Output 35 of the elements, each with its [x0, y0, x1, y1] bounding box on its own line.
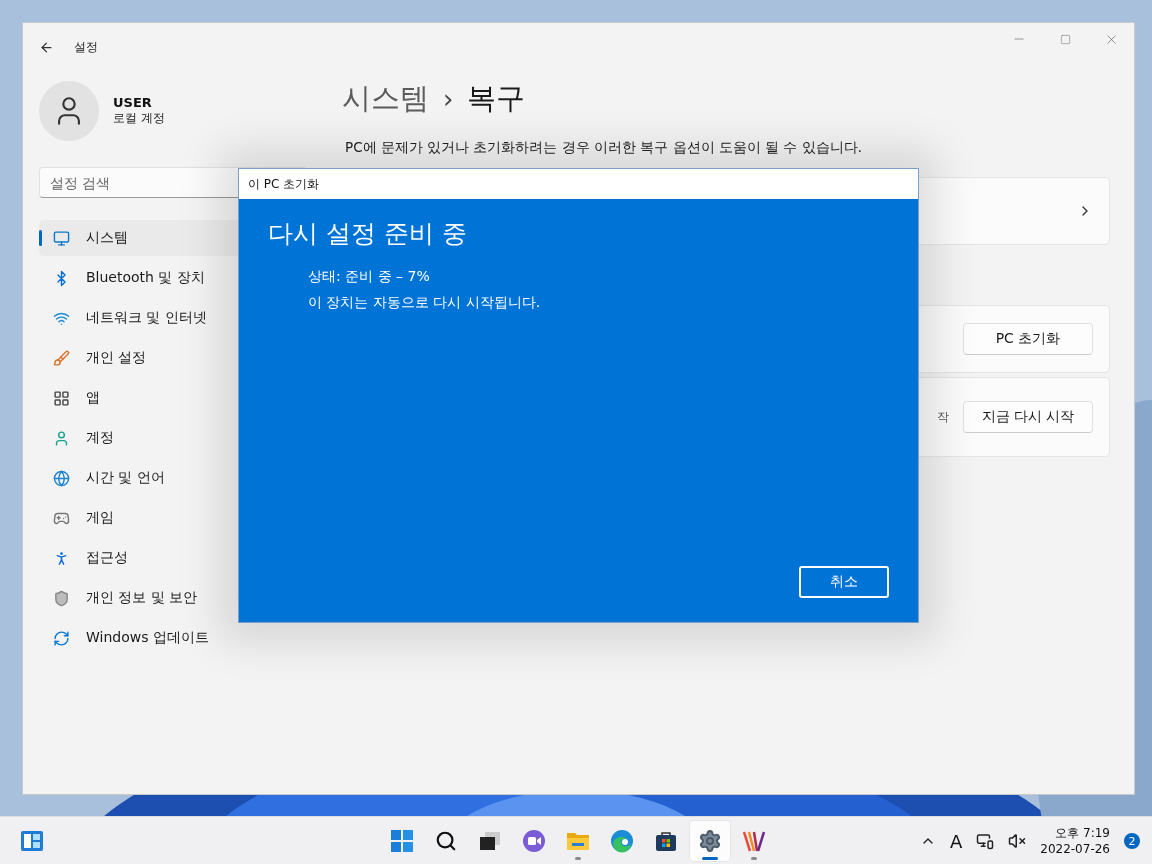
status-text: 이 장치는 자동으로 다시 시작됩니다. — [308, 294, 542, 312]
volume-muted-icon[interactable] — [1008, 832, 1027, 850]
page-description: PC에 문제가 있거나 초기화하려는 경우 이러한 복구 옵션이 도움이 될 수 있습니다. — [345, 139, 864, 157]
start-icon — [391, 830, 413, 852]
video-chat-icon — [522, 829, 546, 853]
search-icon — [435, 830, 457, 852]
user-name: USER — [113, 95, 153, 110]
status-text: 상태: 준비 중 – 7% — [308, 268, 431, 286]
clock[interactable]: 오후 7:19 2022-07-26 — [1040, 825, 1110, 857]
page-title: 복구 — [467, 80, 526, 117]
notification-badge[interactable]: 2 — [1124, 833, 1140, 849]
stripes-app-icon — [742, 829, 766, 853]
input-indicator[interactable]: A — [949, 830, 963, 852]
cancel-button[interactable]: 취소 — [799, 566, 889, 598]
store-bag-icon — [654, 829, 678, 853]
folder-icon — [566, 831, 590, 851]
account-type: 로컬 계정 — [113, 110, 165, 127]
task-view-icon — [479, 831, 501, 851]
breadcrumb-separator: › — [443, 84, 454, 114]
taskbar-app-button[interactable] — [690, 821, 730, 861]
card-text: 작 — [937, 408, 949, 426]
card-button[interactable]: 지금 다시 시작 — [963, 401, 1093, 433]
brush-icon — [53, 349, 70, 367]
window-title: 설정 — [74, 38, 98, 56]
nav-item[interactable]: Windows 업데이트 — [39, 620, 307, 656]
person-icon — [53, 429, 70, 447]
back-icon[interactable] — [39, 39, 54, 55]
apps-grid-icon — [53, 389, 70, 407]
card-button[interactable]: PC 초기화 — [963, 323, 1093, 355]
settings-icon — [698, 829, 722, 853]
monitor-icon — [53, 229, 70, 247]
network-icon[interactable] — [976, 832, 995, 850]
shield-icon — [53, 589, 70, 607]
breadcrumb-parent[interactable]: 시스템 — [342, 79, 429, 119]
update-icon — [53, 629, 70, 647]
